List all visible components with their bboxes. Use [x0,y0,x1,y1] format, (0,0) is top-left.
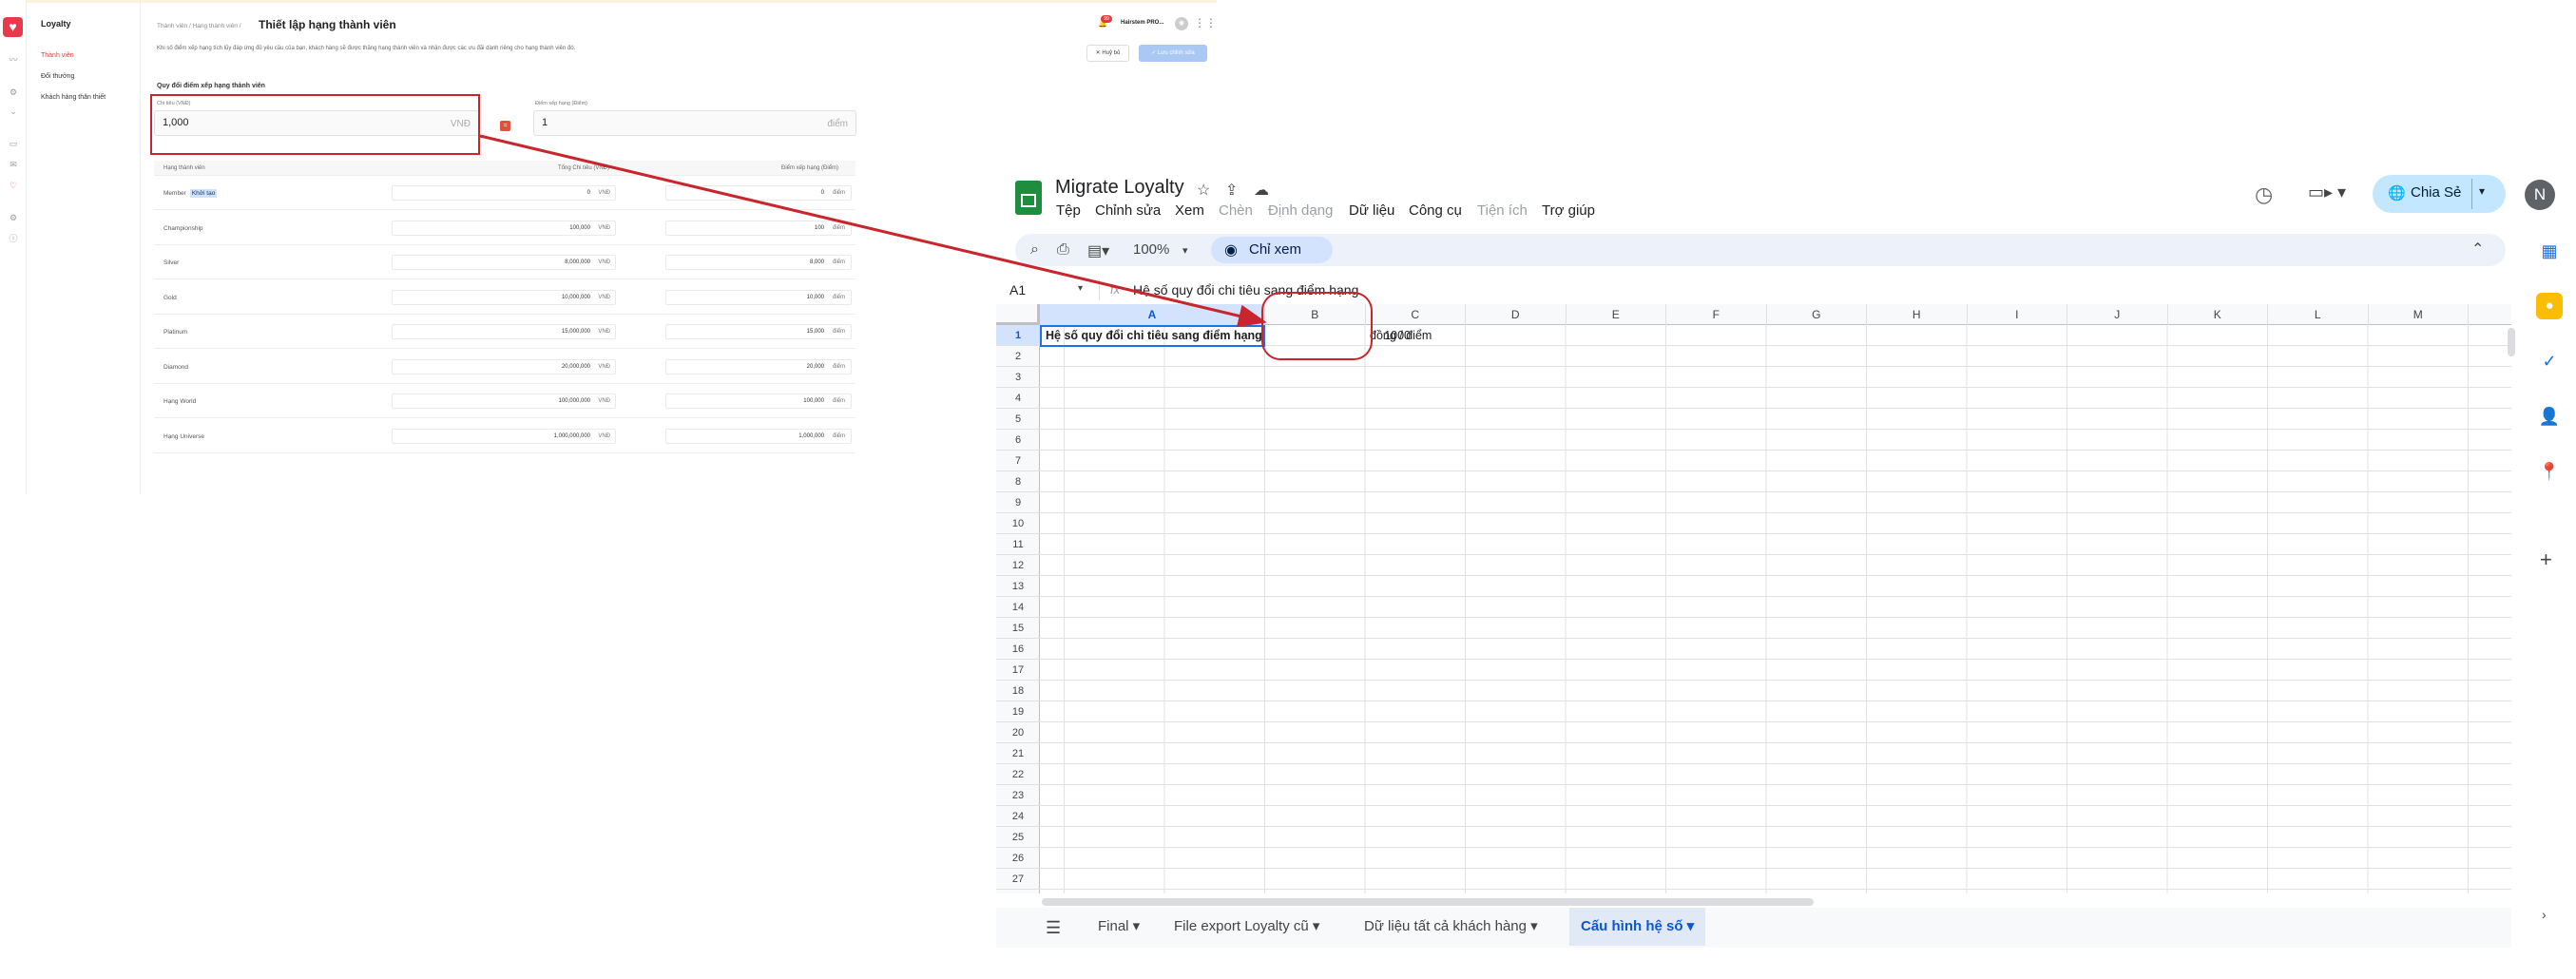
screenshot-stage: ♥ 〰 ⚙ ⌄ ▭ ✉ ♡ ⚙ ⓘ Loyalty Thành viên Đổi… [0,0,2576,979]
annotation-arrow [479,134,1267,328]
